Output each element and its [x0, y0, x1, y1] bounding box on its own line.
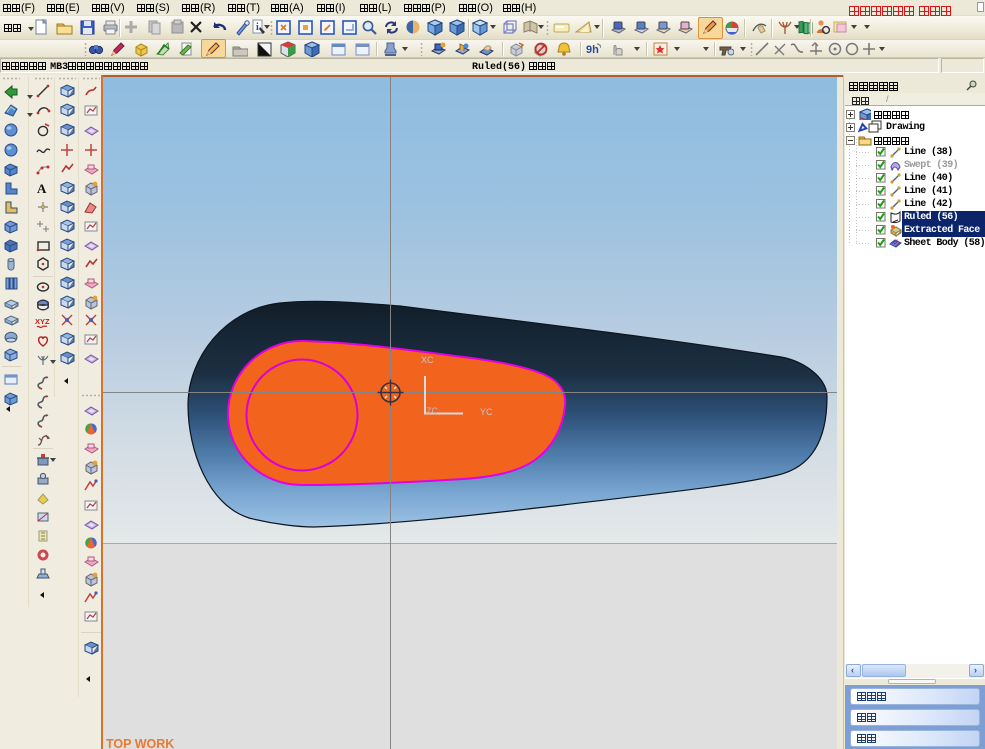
- svg-text:#: #: [895, 239, 898, 245]
- svg-text:A: A: [37, 181, 47, 196]
- svg-text:XC: XC: [421, 355, 434, 365]
- svg-text:XYZ: XYZ: [35, 317, 50, 326]
- svg-text:ZC: ZC: [426, 406, 438, 416]
- svg-text:YC: YC: [480, 407, 493, 417]
- svg-text:9h: 9h: [586, 44, 599, 56]
- svg-text:i: i: [256, 22, 259, 33]
